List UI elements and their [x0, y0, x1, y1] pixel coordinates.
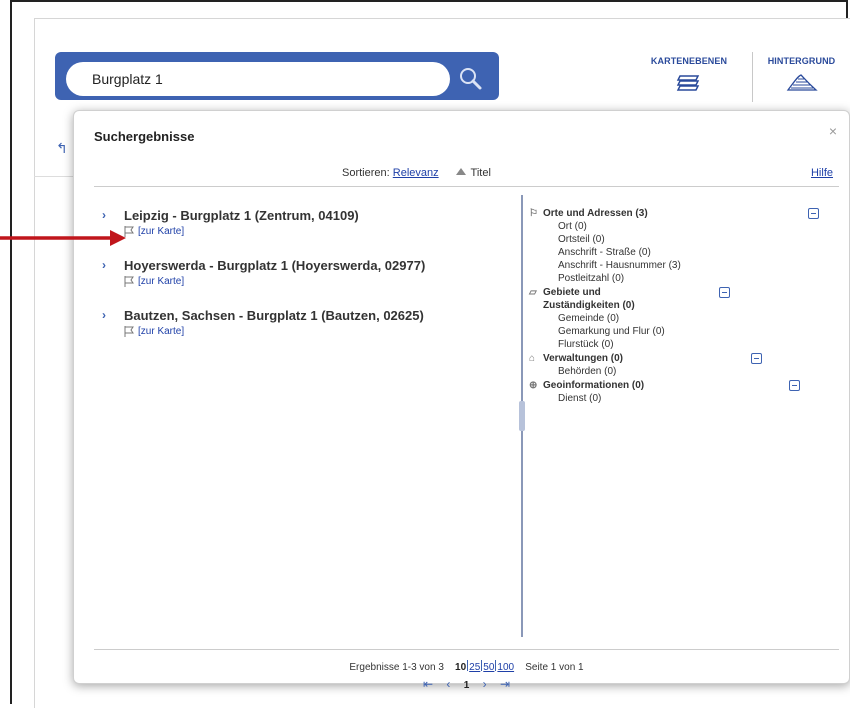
category-item[interactable]: Gemeinde (0) — [558, 312, 839, 325]
first-page-icon[interactable]: ⇤ — [423, 677, 433, 691]
page-info: Seite 1 von 1 — [525, 662, 584, 673]
category-title[interactable]: Verwaltungen (0) — [543, 352, 623, 365]
result-item: › Bautzen, Sachsen - Burgplatz 1 (Bautze… — [98, 307, 498, 337]
category-item[interactable]: Ortsteil (0) — [558, 233, 839, 246]
category-item[interactable]: Gemarkung und Flur (0) — [558, 325, 839, 338]
category-item[interactable]: Ort (0) — [558, 220, 839, 233]
category-group: ⌂ Verwaltungen (0) Behörden (0) — [529, 352, 839, 378]
flag-icon — [124, 276, 134, 287]
background-map-icon — [786, 74, 818, 91]
category-group: ⊕ Geoinformationen (0) Dienst (0) — [529, 379, 839, 405]
result-link-row: [zur Karte] — [124, 226, 498, 237]
splitter-handle-icon[interactable] — [518, 401, 526, 431]
annotation-arrow-icon — [0, 230, 126, 246]
result-link-row: [zur Karte] — [124, 276, 498, 287]
result-item: › Leipzig - Burgplatz 1 (Zentrum, 04109)… — [98, 207, 498, 237]
underlying-tool-icon: ↰ — [56, 140, 68, 156]
result-title[interactable]: Bautzen, Sachsen - Burgplatz 1 (Bautzen,… — [124, 307, 498, 325]
zur-karte-link[interactable]: [zur Karte] — [138, 276, 184, 287]
category-title[interactable]: Orte und Adressen (3) — [543, 207, 648, 220]
category-group: ▱ Gebiete und Zuständigkeiten (0) Gemein… — [529, 286, 839, 351]
sort-bar: Sortieren: Relevanz Titel Hilfe — [94, 165, 839, 187]
page-size-option[interactable]: 25 — [469, 662, 480, 673]
results-summary: Ergebnisse 1-3 von 3 — [349, 662, 444, 673]
category-title[interactable]: Geoinformationen (0) — [543, 379, 644, 392]
flag-icon — [124, 326, 134, 337]
previous-page-icon[interactable]: ‹ — [446, 677, 450, 691]
chevron-right-icon[interactable]: › — [102, 208, 106, 222]
chevron-right-icon[interactable]: › — [102, 308, 106, 322]
page-size-option[interactable]: 100 — [497, 662, 514, 673]
result-link-row: [zur Karte] — [124, 326, 498, 337]
chevron-right-icon[interactable]: › — [102, 258, 106, 272]
collapse-icon[interactable] — [808, 208, 819, 219]
category-item[interactable]: Postleitzahl (0) — [558, 272, 839, 285]
layers-button[interactable]: KARTENEBENEN — [634, 52, 744, 102]
search-icon[interactable] — [458, 66, 484, 92]
search-input[interactable] — [66, 62, 450, 96]
globe-icon: ⊕ — [529, 380, 538, 391]
result-item: › Hoyerswerda - Burgplatz 1 (Hoyerswerda… — [98, 257, 498, 287]
search-results-dialog: Suchergebnisse × Sortieren: Relevanz Tit… — [73, 110, 850, 691]
category-title[interactable]: Gebiete und Zuständigkeiten (0) — [543, 286, 674, 312]
layers-icon — [676, 75, 700, 91]
shape-icon: ▱ — [529, 287, 537, 298]
category-item[interactable]: Flurstück (0) — [558, 338, 839, 351]
building-icon: ⌂ — [529, 353, 536, 364]
category-group: ⚐ Orte und Adressen (3) Ort (0) Ortsteil… — [529, 207, 839, 285]
category-facets: ⚐ Orte und Adressen (3) Ort (0) Ortsteil… — [529, 207, 839, 406]
result-title[interactable]: Leipzig - Burgplatz 1 (Zentrum, 04109) — [124, 207, 498, 225]
zur-karte-link[interactable]: [zur Karte] — [138, 226, 184, 237]
background-button[interactable]: HINTERGRUND — [752, 52, 850, 102]
results-list: › Leipzig - Burgplatz 1 (Zentrum, 04109)… — [98, 207, 498, 357]
page-size-selector: 10 25 50 100 — [455, 660, 517, 673]
zur-karte-link[interactable]: [zur Karte] — [138, 326, 184, 337]
collapse-icon[interactable] — [789, 380, 800, 391]
page-size-option[interactable]: 10 — [455, 662, 466, 673]
layers-label: KARTENEBENEN — [650, 56, 728, 66]
pagination-footer: Ergebnisse 1-3 von 3 10 25 50 100 Seite 1 v… — [94, 649, 839, 691]
current-page-number: 1 — [463, 680, 470, 691]
collapse-icon[interactable] — [751, 353, 762, 364]
underlying-divider — [34, 176, 74, 177]
last-page-icon[interactable]: ⇥ — [500, 677, 510, 691]
help-link[interactable]: Hilfe — [811, 167, 833, 179]
category-item[interactable]: Anschrift - Hausnummer (3) — [558, 259, 839, 272]
page-size-option[interactable]: 50 — [483, 662, 494, 673]
next-page-icon[interactable]: › — [483, 677, 487, 691]
flag-icon: ⚐ — [529, 208, 538, 219]
result-title[interactable]: Hoyerswerda - Burgplatz 1 (Hoyerswerda, … — [124, 257, 498, 275]
category-item[interactable]: Dienst (0) — [558, 392, 839, 405]
background-label: HINTERGRUND — [767, 56, 836, 66]
collapse-icon[interactable] — [719, 287, 730, 298]
sort-title-option[interactable]: Titel — [471, 167, 491, 179]
close-icon[interactable]: × — [829, 123, 837, 139]
pager: ⇤ ‹ 1 › ⇥ — [94, 677, 839, 691]
category-item[interactable]: Behörden (0) — [558, 365, 839, 378]
dialog-title: Suchergebnisse — [94, 129, 195, 144]
category-item[interactable]: Anschrift - Straße (0) — [558, 246, 839, 259]
sort-label: Sortieren: — [342, 167, 390, 179]
sort-relevance-link[interactable]: Relevanz — [393, 167, 439, 179]
sort-triangle-icon — [455, 168, 466, 175]
